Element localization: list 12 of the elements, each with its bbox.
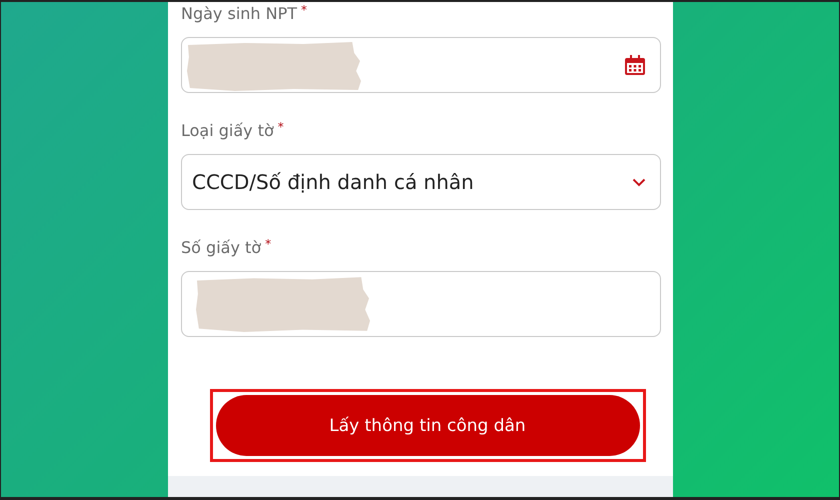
field-label: Số giấy tờ [181,238,262,256]
get-citizen-info-button[interactable]: Lấy thông tin công dân [216,395,640,456]
required-mark: * [301,3,308,17]
field-label: Ngày sinh NPT [181,4,298,22]
document-type-select[interactable]: CCCD/Số định danh cá nhân [181,154,661,210]
field-label: Loại giấy tờ [181,120,274,140]
required-mark: * [265,237,272,251]
required-mark: * [278,120,284,134]
calendar-icon[interactable] [624,54,646,76]
input-field[interactable] [181,271,661,337]
chevron-down-icon [632,178,646,186]
date-field[interactable] [181,37,661,93]
